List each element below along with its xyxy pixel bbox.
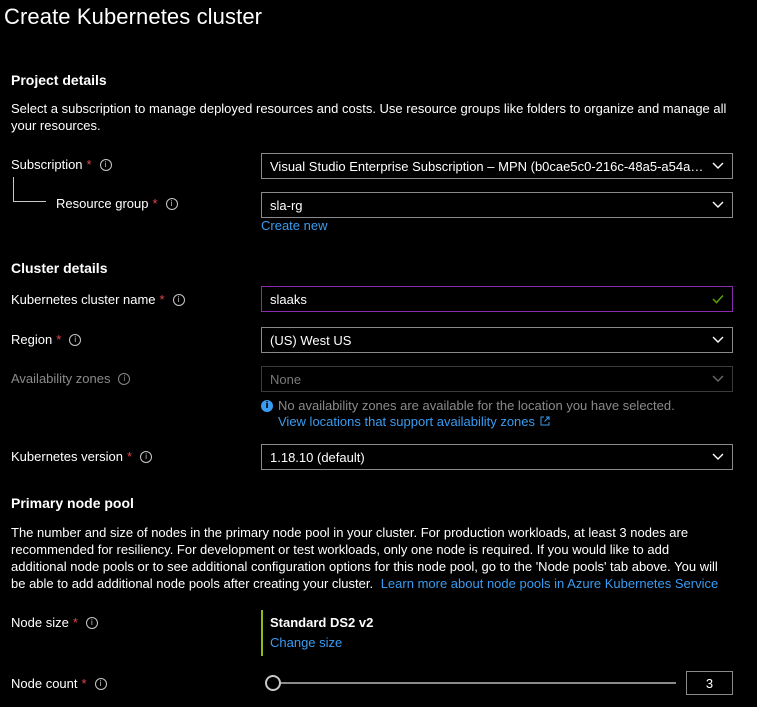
region-value: (US) West US bbox=[270, 332, 352, 348]
kubernetes-version-label-text: Kubernetes version bbox=[11, 449, 124, 464]
resource-group-value: sla-rg bbox=[270, 197, 303, 213]
chevron-down-icon bbox=[704, 367, 732, 391]
region-label: Region * i bbox=[11, 332, 82, 347]
resource-group-label: Resource group * i bbox=[56, 196, 178, 211]
cluster-name-label-text: Kubernetes cluster name bbox=[11, 292, 156, 307]
node-size-accent-bar bbox=[261, 610, 263, 656]
availability-zones-dropdown: None bbox=[261, 366, 733, 392]
required-asterisk: * bbox=[152, 196, 158, 211]
required-asterisk: * bbox=[81, 676, 87, 691]
required-asterisk: * bbox=[159, 292, 165, 307]
availability-zones-label-text: Availability zones bbox=[11, 371, 111, 386]
checkmark-icon bbox=[704, 287, 732, 311]
info-icon[interactable]: i bbox=[165, 197, 178, 210]
resource-group-dropdown[interactable]: sla-rg bbox=[261, 192, 733, 218]
chevron-down-icon bbox=[704, 328, 732, 352]
chevron-down-icon bbox=[704, 193, 732, 217]
subscription-value: Visual Studio Enterprise Subscription – … bbox=[270, 158, 704, 174]
kubernetes-version-dropdown[interactable]: 1.18.10 (default) bbox=[261, 444, 733, 470]
info-icon[interactable]: i bbox=[140, 450, 153, 463]
availability-zones-value: None bbox=[270, 371, 302, 387]
node-size-label: Node size * i bbox=[11, 615, 98, 630]
required-asterisk: * bbox=[127, 449, 133, 464]
node-count-slider-thumb[interactable] bbox=[265, 675, 281, 691]
subscription-label-text: Subscription bbox=[11, 157, 83, 172]
info-icon[interactable]: i bbox=[172, 293, 185, 306]
hierarchy-line-vertical bbox=[13, 177, 14, 201]
chevron-down-icon bbox=[704, 445, 732, 469]
required-asterisk: * bbox=[56, 332, 62, 347]
cluster-name-input[interactable]: slaaks bbox=[261, 286, 733, 312]
node-size-value: Standard DS2 v2 bbox=[270, 615, 374, 630]
subscription-dropdown[interactable]: Visual Studio Enterprise Subscription – … bbox=[261, 153, 733, 179]
external-link-icon bbox=[540, 414, 550, 429]
node-count-label: Node count * i bbox=[11, 676, 107, 691]
info-icon[interactable]: i bbox=[85, 616, 98, 629]
required-asterisk: * bbox=[86, 157, 92, 172]
region-label-text: Region bbox=[11, 332, 53, 347]
hierarchy-line-horizontal bbox=[13, 201, 46, 202]
availability-zones-info-text: No availability zones are available for … bbox=[278, 398, 675, 413]
change-size-link[interactable]: Change size bbox=[270, 635, 342, 650]
subscription-label: Subscription * i bbox=[11, 157, 112, 172]
create-new-link[interactable]: Create new bbox=[261, 218, 327, 233]
info-filled-icon: i bbox=[261, 399, 273, 412]
resource-group-label-text: Resource group bbox=[56, 196, 149, 211]
node-count-slider-track[interactable] bbox=[272, 682, 676, 684]
region-dropdown[interactable]: (US) West US bbox=[261, 327, 733, 353]
learn-more-node-pools-link[interactable]: Learn more about node pools in Azure Kub… bbox=[381, 576, 719, 591]
cluster-name-label: Kubernetes cluster name * i bbox=[11, 292, 185, 307]
node-size-label-text: Node size bbox=[11, 615, 69, 630]
info-icon[interactable]: i bbox=[99, 158, 112, 171]
page-title: Create Kubernetes cluster bbox=[4, 4, 263, 29]
availability-zones-label: Availability zones i bbox=[11, 371, 131, 386]
node-count-label-text: Node count bbox=[11, 676, 78, 691]
primary-node-pool-heading: Primary node pool bbox=[11, 495, 134, 511]
info-icon[interactable]: i bbox=[118, 372, 131, 385]
project-details-heading: Project details bbox=[11, 72, 107, 88]
required-asterisk: * bbox=[72, 615, 78, 630]
cluster-name-value: slaaks bbox=[270, 291, 307, 307]
availability-zones-link[interactable]: View locations that support availability… bbox=[278, 414, 535, 429]
availability-zones-info: i No availability zones are available fo… bbox=[261, 398, 675, 413]
node-pool-description: The number and size of nodes in the prim… bbox=[11, 524, 726, 592]
info-icon[interactable]: i bbox=[69, 333, 82, 346]
kubernetes-version-label: Kubernetes version * i bbox=[11, 449, 153, 464]
info-icon[interactable]: i bbox=[94, 677, 107, 690]
chevron-down-icon bbox=[704, 154, 732, 178]
kubernetes-version-value: 1.18.10 (default) bbox=[270, 449, 365, 465]
availability-zones-link-wrap[interactable]: View locations that support availability… bbox=[278, 414, 550, 429]
cluster-details-heading: Cluster details bbox=[11, 260, 108, 276]
project-details-description: Select a subscription to manage deployed… bbox=[11, 101, 727, 133]
node-count-input[interactable]: 3 bbox=[686, 671, 733, 695]
